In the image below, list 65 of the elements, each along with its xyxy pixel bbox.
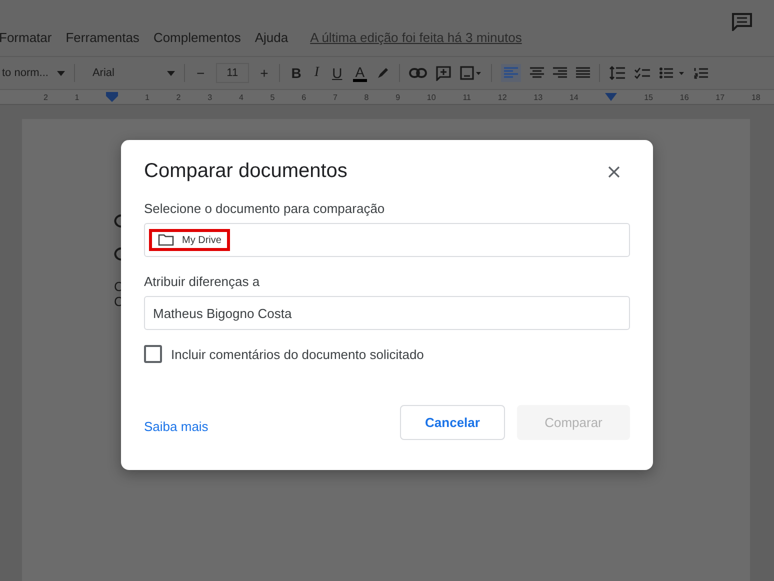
last-edit-link[interactable]: A última edição foi feita há 3 minutos: [310, 30, 522, 44]
folder-icon: [158, 234, 174, 246]
ruler-number: 1: [74, 92, 80, 102]
ruler-number: 1: [144, 92, 150, 102]
ruler-number: 4: [238, 92, 244, 102]
ruler-number: 15: [644, 92, 654, 102]
cut-off-heading-drawing: [114, 213, 122, 229]
image-icon[interactable]: [460, 66, 482, 80]
document-picker-field[interactable]: My Drive: [144, 223, 630, 257]
ruler-number: 6: [302, 92, 306, 102]
checklist-icon[interactable]: [634, 67, 650, 79]
ruler-number: 12: [498, 92, 507, 102]
numbered-list-icon[interactable]: [694, 67, 708, 79]
include-comments-checkbox[interactable]: [144, 345, 162, 363]
menu-item[interactable]: Formatar: [0, 30, 52, 44]
align-icon[interactable]: [552, 67, 567, 79]
font-dropdown[interactable]: Arial: [92, 67, 158, 79]
indent-marker-icon[interactable]: [605, 93, 618, 101]
caret-icon[interactable]: [167, 70, 176, 76]
bullet-list-icon[interactable]: [658, 67, 685, 79]
bold-button[interactable]: B: [289, 65, 304, 81]
ruler-number: 13: [534, 92, 543, 102]
ruler-number: 2: [176, 92, 181, 102]
checkbox-label: Incluir comentários do documento solicitado: [171, 346, 424, 362]
ruler-number: 14: [569, 92, 578, 102]
dialog-title: Comparar documentos: [144, 160, 348, 183]
ruler-number: 17: [716, 92, 725, 102]
text-color-button[interactable]: A: [353, 64, 367, 82]
caret-icon[interactable]: [57, 70, 66, 76]
align-icon[interactable]: [530, 67, 544, 79]
line-spacing-icon[interactable]: [608, 66, 625, 80]
menu-item[interactable]: Ferramentas: [66, 30, 140, 44]
cancel-button[interactable]: Cancelar: [400, 405, 505, 440]
font-size-field[interactable]: 11: [216, 63, 250, 83]
cut-off-heading-drawing: [114, 246, 122, 262]
ruler-number: 2: [43, 92, 48, 102]
field-label: Atribuir diferenças a: [144, 274, 260, 289]
field-label: Selecione o documento para comparação: [144, 201, 385, 216]
attribute-input-field[interactable]: Matheus Bigogno Costa: [144, 296, 630, 330]
ruler-number: 11: [462, 92, 472, 102]
my-drive-chip[interactable]: My Drive: [149, 229, 230, 251]
italic-button[interactable]: I: [312, 65, 322, 81]
ruler-number: 3: [208, 92, 212, 102]
close-icon[interactable]: [608, 166, 620, 178]
menu-item[interactable]: Complementos: [153, 30, 241, 44]
menu-item[interactable]: Ajuda: [254, 30, 288, 44]
add-comment-icon[interactable]: [436, 66, 451, 80]
ruler-number: 8: [364, 92, 369, 102]
ruler-number: 18: [751, 92, 760, 102]
decrease-size-button[interactable]: −: [194, 65, 207, 81]
learn-more-link[interactable]: Saiba mais: [144, 419, 208, 434]
ruler-number: 10: [426, 92, 436, 102]
folder-name: My Drive: [182, 234, 222, 246]
highlighter-icon[interactable]: [376, 66, 390, 80]
ruler-number: 7: [332, 92, 338, 102]
increase-size-button[interactable]: +: [258, 65, 270, 81]
link-icon[interactable]: [408, 68, 427, 78]
indent-marker-icon[interactable]: [106, 92, 118, 102]
align-icon[interactable]: [576, 67, 590, 79]
style-dropdown[interactable]: to norm...: [2, 67, 48, 79]
ruler-number: 9: [396, 92, 400, 102]
ruler-number: 5: [270, 92, 275, 102]
underline-button[interactable]: U: [330, 65, 344, 81]
ruler-number: 16: [680, 92, 689, 102]
comment-icon[interactable]: [732, 13, 752, 31]
